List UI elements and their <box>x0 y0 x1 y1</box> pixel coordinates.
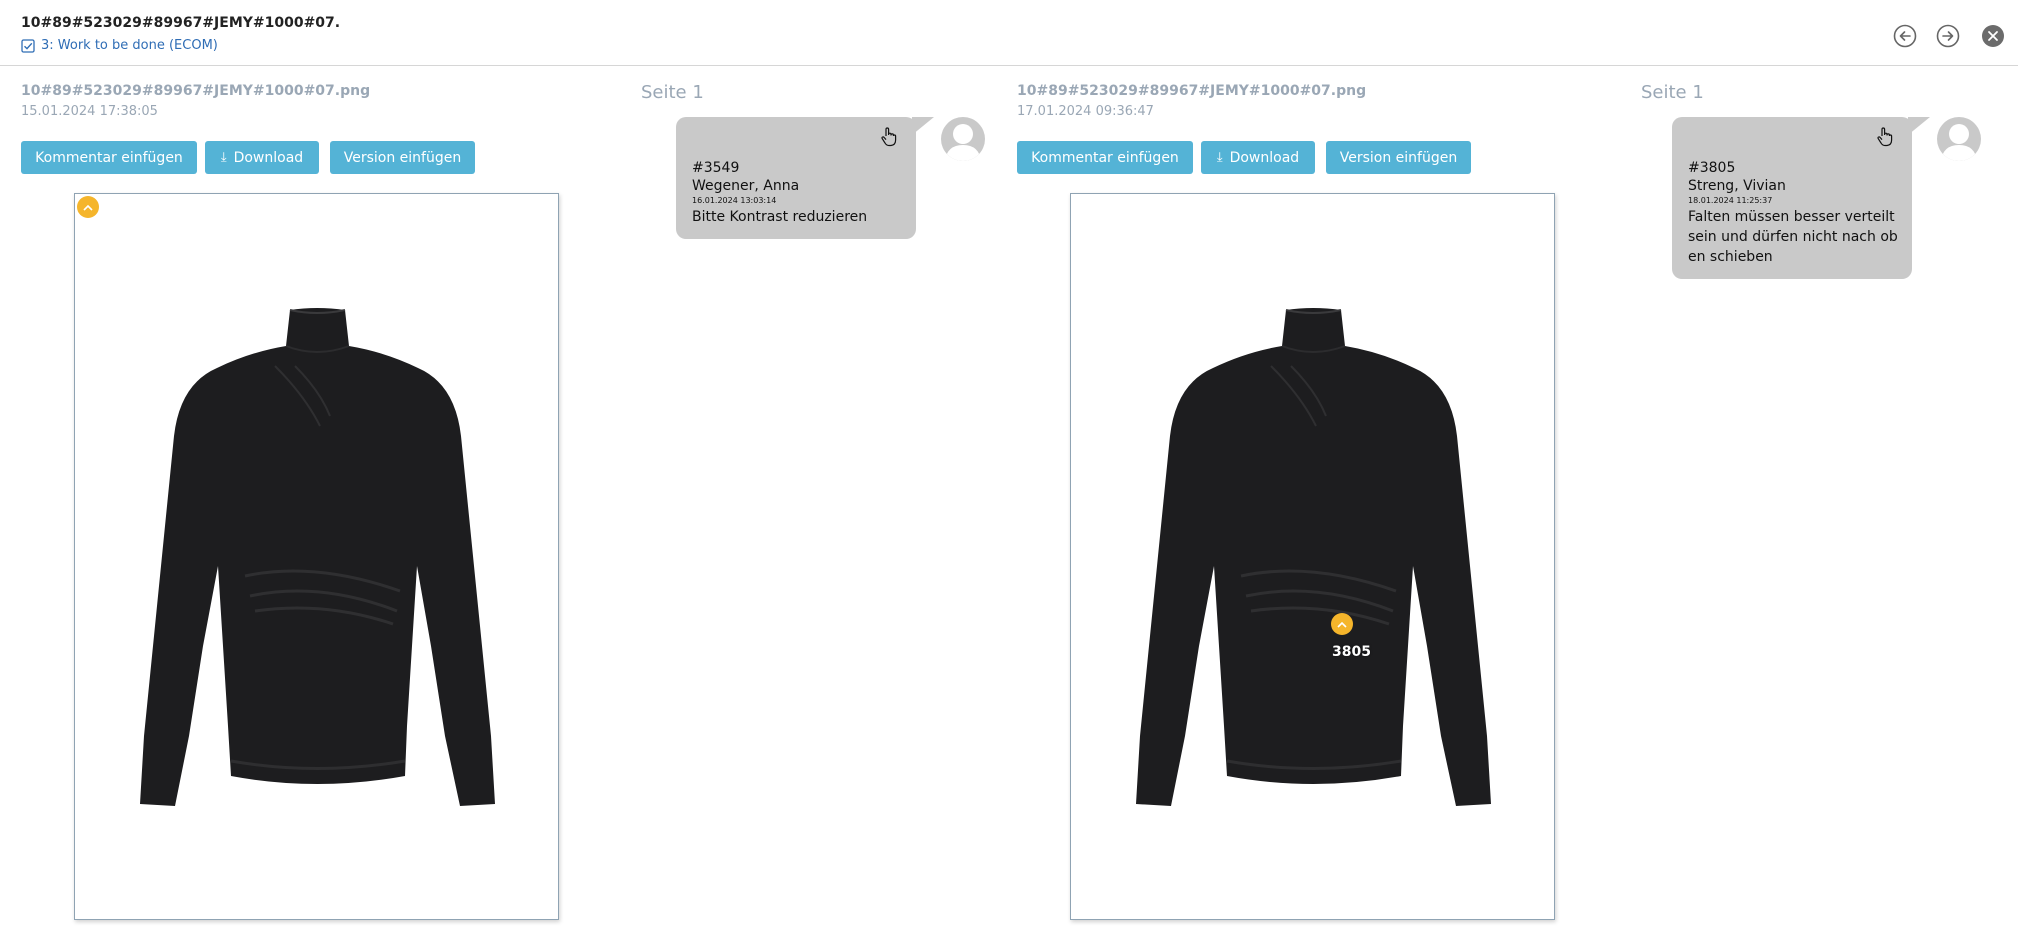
comment-id: #3549 <box>692 160 740 176</box>
download-button[interactable]: ⤓ Download <box>1201 141 1315 174</box>
comment-id: #3805 <box>1688 160 1736 176</box>
add-comment-button[interactable]: Kommentar einfügen <box>1017 141 1193 174</box>
user-avatar-icon <box>945 124 981 161</box>
shirt-image <box>135 306 500 806</box>
comment-timestamp: 16.01.2024 13:03:14 <box>692 196 777 205</box>
hand-pointer-icon[interactable] <box>1876 127 1894 147</box>
add-comment-button[interactable]: Kommentar einfügen <box>21 141 197 174</box>
arrow-left-circle-icon[interactable] <box>1893 24 1917 48</box>
hand-pointer-icon[interactable] <box>880 127 898 147</box>
page-label: Seite 1 <box>641 82 704 103</box>
add-comment-label: Kommentar einfügen <box>35 149 183 166</box>
comment-author: Wegener, Anna <box>692 178 800 194</box>
file-date: 17.01.2024 09:36:47 <box>1017 104 1154 119</box>
user-avatar-icon <box>1941 124 1977 161</box>
version-panel-right: 10#89#523029#89967#JEMY#1000#07.png 17.0… <box>996 66 2005 939</box>
image-canvas[interactable] <box>74 193 559 920</box>
version-panel-left: 10#89#523029#89967#JEMY#1000#07.png 15.0… <box>0 66 1009 939</box>
file-name: 10#89#523029#89967#JEMY#1000#07.png <box>1017 83 1367 99</box>
avatar <box>1937 117 1981 161</box>
viewer-header: 10#89#523029#89967#JEMY#1000#07. 3: Work… <box>0 0 2018 66</box>
download-icon: ⤓ <box>1216 150 1223 165</box>
chevron-up-icon <box>1337 621 1347 628</box>
add-comment-label: Kommentar einfügen <box>1031 149 1179 166</box>
checkbox-icon <box>21 38 35 53</box>
page-title: 10#89#523029#89967#JEMY#1000#07. <box>21 15 341 31</box>
image-canvas[interactable] <box>1070 193 1555 920</box>
add-version-button[interactable]: Version einfügen <box>330 141 475 174</box>
comment-marker[interactable] <box>77 196 99 218</box>
comment-author: Streng, Vivian <box>1688 178 1786 194</box>
download-label: Download <box>1229 149 1300 166</box>
comment-bubble: #3805 Streng, Vivian 18.01.2024 11:25:37… <box>1672 117 1930 279</box>
chevron-up-icon <box>83 204 93 211</box>
arrow-right-circle-icon[interactable] <box>1936 24 1960 48</box>
add-version-button[interactable]: Version einfügen <box>1326 141 1471 174</box>
download-icon: ⤓ <box>220 150 227 165</box>
close-circle-icon[interactable] <box>1981 24 2005 48</box>
add-version-label: Version einfügen <box>343 149 462 166</box>
comment-marker[interactable] <box>1331 613 1353 635</box>
comment-timestamp: 18.01.2024 11:25:37 <box>1688 196 1773 205</box>
comment-bubble: #3549 Wegener, Anna 16.01.2024 13:03:14 … <box>676 117 934 239</box>
add-version-label: Version einfügen <box>1339 149 1458 166</box>
comment-text: Bitte Kontrast reduzieren <box>692 209 868 225</box>
shirt-image <box>1131 306 1496 806</box>
status-line: 3: Work to be done (ECOM) <box>21 38 218 53</box>
status-label: 3: Work to be done (ECOM) <box>41 38 218 53</box>
page-label: Seite 1 <box>1641 82 1704 103</box>
avatar <box>941 117 985 161</box>
download-label: Download <box>233 149 304 166</box>
marker-label: 3805 <box>1332 644 1371 660</box>
file-date: 15.01.2024 17:38:05 <box>21 104 158 119</box>
file-name: 10#89#523029#89967#JEMY#1000#07.png <box>21 83 371 99</box>
download-button[interactable]: ⤓ Download <box>205 141 319 174</box>
comment-text: Falten müssen besser verteilt sein und d… <box>1688 209 1898 265</box>
